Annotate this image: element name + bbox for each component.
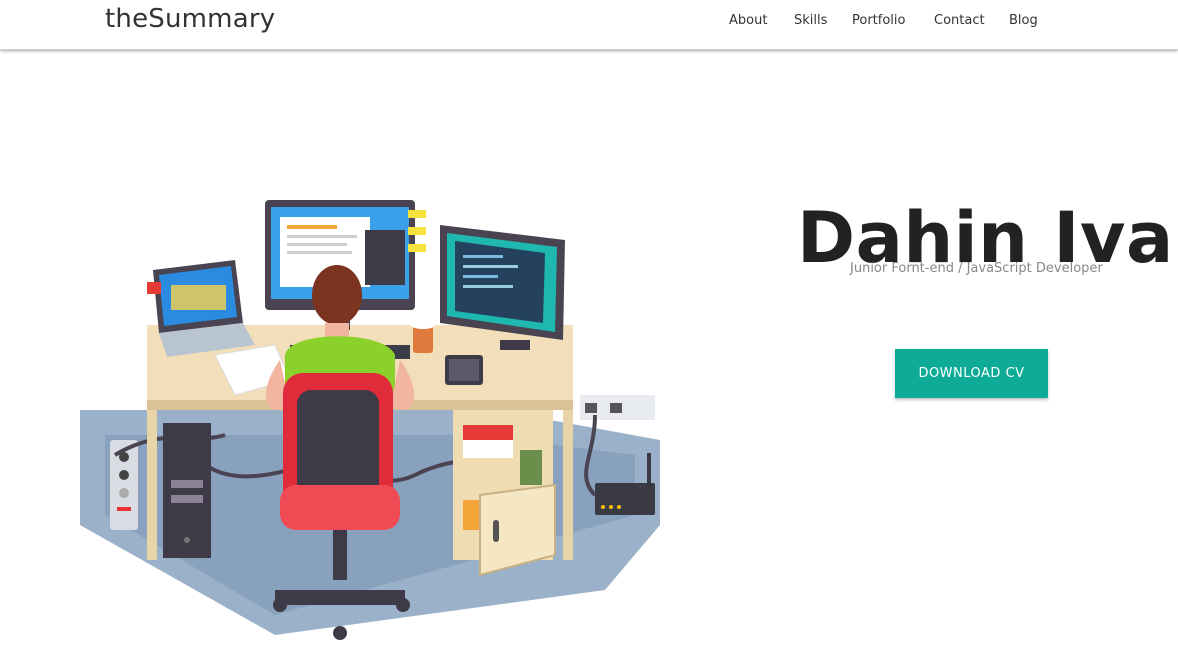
nav-link-about[interactable]: About [729, 13, 767, 28]
hero-tagline: Junior Fornt-end / JavaScript Developer [850, 261, 1103, 276]
download-cv-button[interactable]: DOWNLOAD CV [895, 349, 1048, 398]
nav-link-portfolio[interactable]: Portfolio [852, 13, 905, 28]
nav-link-contact[interactable]: Contact [934, 13, 985, 28]
nav-link-blog[interactable]: Blog [1009, 13, 1038, 28]
navbar: theSummary About Skills Portfolio Contac… [0, 0, 1178, 50]
developer-at-desk-illustration [80, 200, 660, 640]
nav-link-skills[interactable]: Skills [794, 13, 827, 28]
main-nav: About Skills Portfolio Contact Blog [0, 13, 1178, 33]
